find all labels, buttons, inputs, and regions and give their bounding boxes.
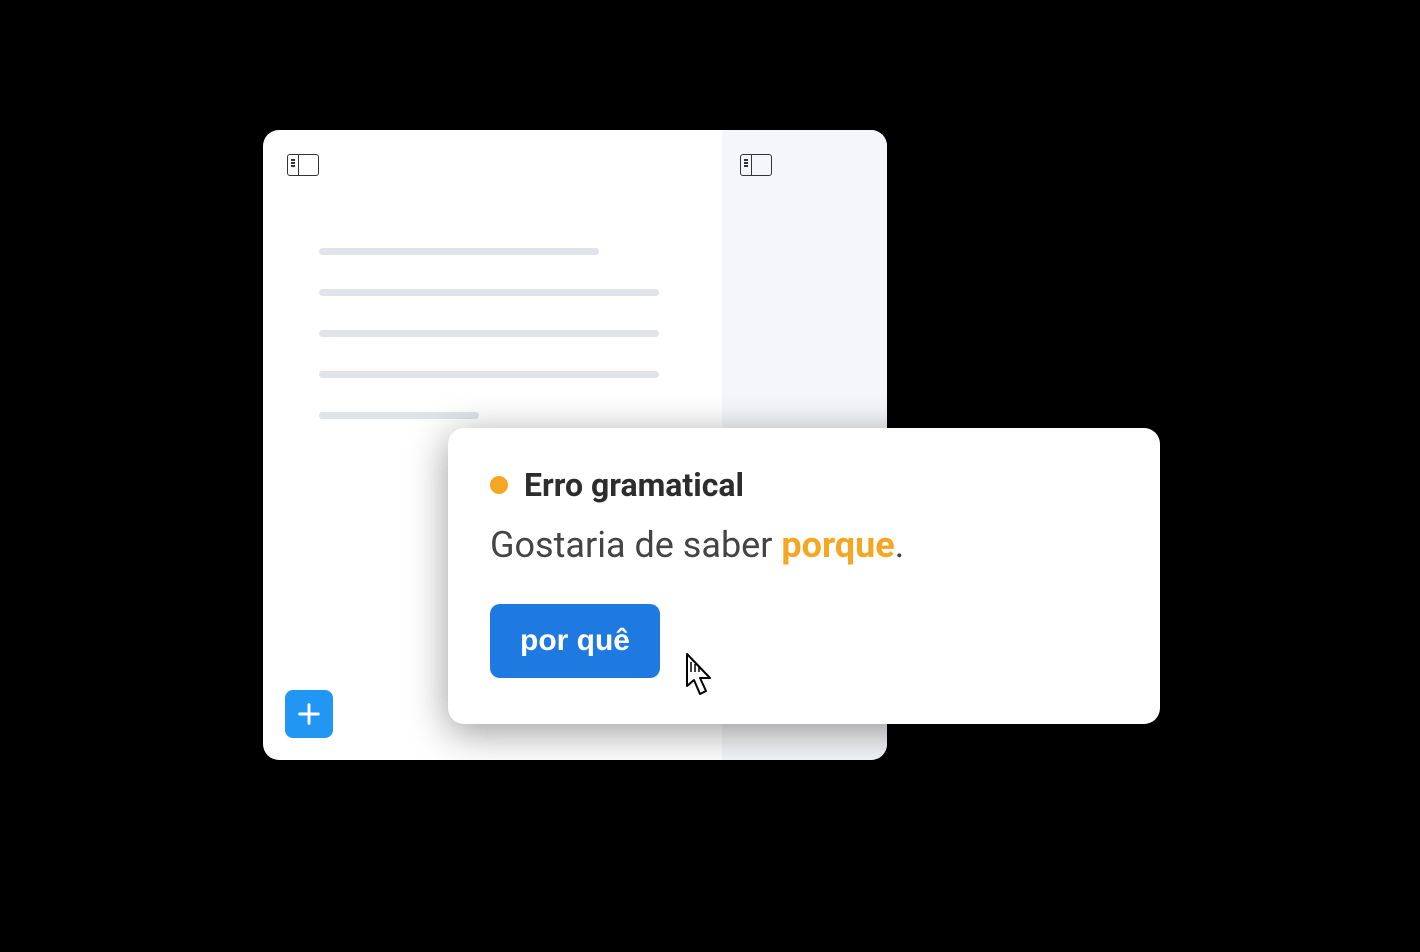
text-line <box>319 412 479 419</box>
cursor-pointer-icon <box>675 646 725 704</box>
grammar-tooltip: Erro gramatical Gostaria de saber porque… <box>448 428 1160 724</box>
text-line <box>319 248 599 255</box>
sentence-suffix: . <box>895 524 905 566</box>
text-line <box>319 289 659 296</box>
highlighted-word: porque <box>781 524 894 566</box>
panel-left-icon[interactable] <box>287 154 319 176</box>
editor-text-placeholder <box>287 248 698 419</box>
status-dot-icon <box>490 476 508 494</box>
text-line <box>319 371 659 378</box>
text-line <box>319 330 659 337</box>
tooltip-header: Erro gramatical <box>490 466 1118 504</box>
tooltip-sentence: Gostaria de saber porque. <box>490 524 1118 566</box>
plus-icon <box>295 700 323 728</box>
suggestion-button[interactable]: por quê <box>490 604 660 678</box>
panel-right-icon[interactable] <box>740 154 772 176</box>
sentence-prefix: Gostaria de saber <box>490 524 781 566</box>
add-button[interactable] <box>285 690 333 738</box>
tooltip-title: Erro gramatical <box>524 466 744 504</box>
suggestion-label: por quê <box>520 624 630 657</box>
